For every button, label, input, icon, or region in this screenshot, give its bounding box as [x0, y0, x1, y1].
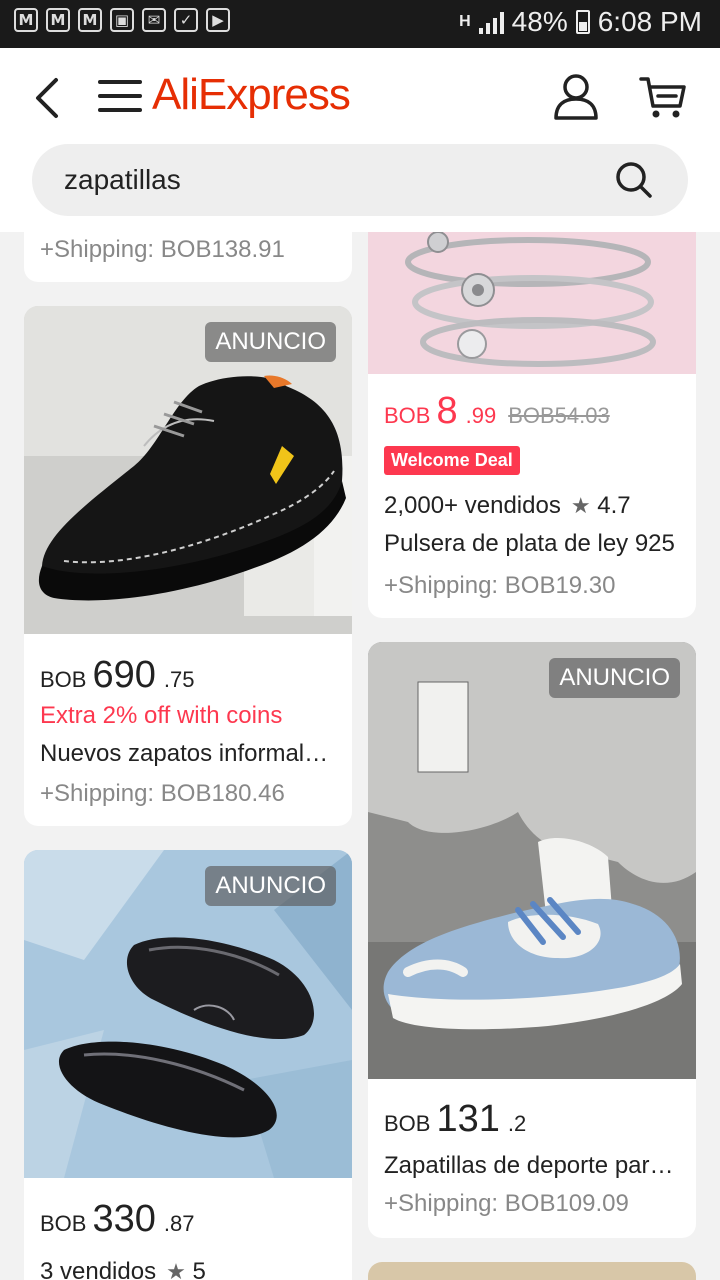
price-currency: BOB — [40, 1211, 87, 1236]
product-card[interactable]: ANUNCIO BOB 131 .2 Zapatillas de deporte p… — [368, 642, 696, 1238]
shipping-cost: +Shipping: BOB19.30 — [384, 572, 616, 599]
youtube-icon: ▶ — [206, 8, 230, 32]
price: BOB 690 .75 — [40, 654, 194, 697]
price-decimal: .87 — [163, 1211, 195, 1236]
original-price: BOB54.03 — [508, 403, 610, 428]
product-image-silver-bracelet[interactable] — [368, 232, 696, 374]
brand-logo[interactable]: AliExpress — [152, 70, 351, 120]
product-title: Pulsera de plata de ley 925 — [384, 530, 675, 557]
product-card[interactable]: +Shipping: BOB138.91 — [24, 232, 352, 282]
product-title: Zapatillas de deporte para mujer — [384, 1152, 680, 1179]
hamburger-menu-icon[interactable] — [98, 76, 142, 116]
clock: 6:08 PM — [597, 6, 702, 37]
network-type: H — [459, 13, 471, 30]
cart-icon[interactable] — [638, 74, 688, 120]
price-integer: 131 — [436, 1098, 500, 1140]
product-card[interactable]: ANUNCIO BOB 330 .87 3 vendidos ★ 5 — [24, 850, 352, 1280]
mail-icon: ✉ — [142, 8, 166, 32]
star-icon: ★ — [166, 1259, 186, 1280]
product-card[interactable]: ANUNCIO BOB 690 .75 Extra 2% off with coin… — [24, 306, 352, 826]
rating-value: 4.7 — [597, 492, 631, 519]
app-header: AliExpress zapatillas — [0, 48, 720, 232]
search-input[interactable]: zapatillas — [64, 164, 181, 196]
product-card[interactable] — [368, 1262, 696, 1280]
price: BOB 8 .99 BOB54.03 — [384, 390, 610, 433]
price-decimal: .99 — [465, 403, 497, 428]
status-bar: M M M ▣ ✉ ✓ ▶ H 48% 6:08 PM — [0, 0, 720, 48]
search-bar[interactable]: zapatillas — [32, 144, 688, 216]
sold-rating: 2,000+ vendidos ★ 4.7 — [384, 492, 680, 520]
coins-promo: Extra 2% off with coins — [40, 702, 283, 729]
sold-count: 3 vendidos — [40, 1258, 157, 1280]
price-integer: 330 — [92, 1198, 156, 1240]
product-card[interactable]: BOB 8 .99 BOB54.03 Welcome Deal 2,000+ vend… — [368, 232, 696, 618]
welcome-deal-badge: Welcome Deal — [384, 446, 520, 475]
product-image[interactable] — [368, 1262, 696, 1280]
shipping-cost: +Shipping: BOB109.09 — [384, 1190, 629, 1217]
price: BOB 131 .2 — [384, 1098, 526, 1141]
download-done-icon: ✓ — [174, 8, 198, 32]
gmail-icon: M — [14, 8, 38, 32]
rating-value: 5 — [192, 1258, 206, 1280]
price: BOB 330 .87 — [40, 1198, 194, 1241]
product-title: Nuevos zapatos informales de cuero — [40, 740, 336, 767]
status-right: H 48% 6:08 PM — [459, 6, 702, 38]
price-decimal: .75 — [163, 667, 195, 692]
gmail-icon: M — [78, 8, 102, 32]
screen: M M M ▣ ✉ ✓ ▶ H 48% 6:08 PM AliExpress z… — [0, 0, 720, 1280]
product-image-blue-sneakers[interactable] — [368, 642, 696, 1079]
battery-percent: 48% — [511, 6, 568, 37]
shipping-cost: +Shipping: BOB138.91 — [40, 236, 285, 263]
price-integer: 690 — [92, 654, 156, 696]
price-currency: BOB — [384, 403, 431, 428]
price-integer: 8 — [436, 390, 458, 432]
battery-icon — [575, 10, 590, 34]
sold-rating: 3 vendidos ★ 5 — [40, 1258, 336, 1280]
notification-icons: M M M ▣ ✉ ✓ ▶ — [14, 8, 230, 32]
ad-badge: ANUNCIO — [549, 658, 680, 698]
user-account-icon[interactable] — [552, 72, 600, 120]
ad-badge: ANUNCIO — [205, 866, 336, 906]
gallery-icon: ▣ — [110, 8, 134, 32]
price-currency: BOB — [40, 667, 87, 692]
star-icon: ★ — [570, 493, 591, 518]
price-currency: BOB — [384, 1111, 431, 1136]
gmail-icon: M — [46, 8, 70, 32]
back-arrow-icon[interactable] — [28, 72, 68, 124]
signal-icon — [478, 10, 504, 34]
shipping-cost: +Shipping: BOB180.46 — [40, 780, 285, 807]
search-icon[interactable] — [614, 160, 654, 200]
price-decimal: .2 — [507, 1111, 527, 1136]
ad-badge: ANUNCIO — [205, 322, 336, 362]
sold-count: 2,000+ vendidos — [384, 492, 561, 519]
